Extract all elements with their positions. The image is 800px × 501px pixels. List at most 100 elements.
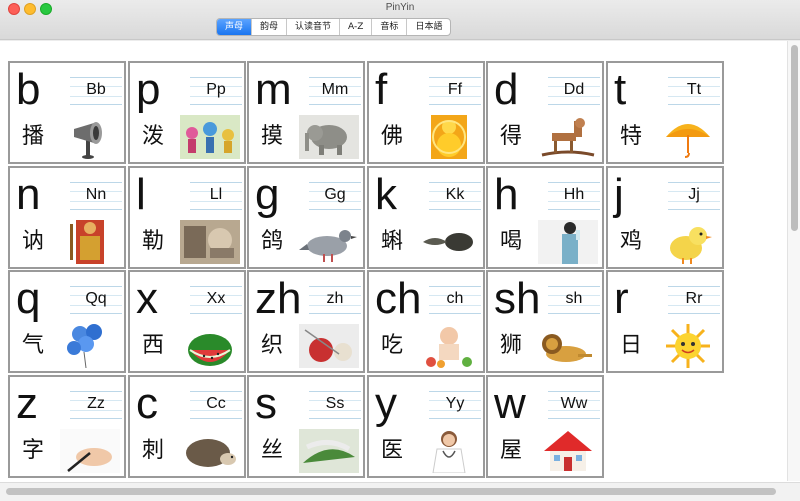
- initial-letter: ch: [375, 274, 422, 323]
- letter-pair: Xx: [206, 290, 226, 307]
- tab-shengmu[interactable]: 声母: [217, 19, 253, 35]
- letter-pair: Cc: [206, 395, 226, 412]
- card-x[interactable]: x Xx 西: [128, 270, 246, 373]
- card-k[interactable]: k Kk 蝌: [367, 166, 485, 269]
- water-splash-photo: [180, 115, 240, 159]
- card-t[interactable]: t Tt 特: [606, 61, 724, 164]
- vertical-scroll-thumb[interactable]: [791, 45, 798, 231]
- doctor-photo: [419, 429, 479, 474]
- horse-harness-photo: [180, 220, 240, 264]
- letter-pair: Zz: [87, 395, 105, 412]
- letter-pair: Qq: [85, 290, 107, 307]
- watermelon-icon: [180, 324, 240, 368]
- example-character: 摸: [261, 124, 284, 149]
- horizontal-scroll-thumb[interactable]: [6, 488, 776, 495]
- initial-letter: f: [375, 65, 388, 114]
- vertical-scrollbar[interactable]: [787, 41, 800, 481]
- segmented-tab-control: 声母 韵母 认读音节 A-Z 音标 日本語: [216, 18, 452, 36]
- initial-letter: m: [255, 65, 292, 114]
- tadpole-photo: [419, 220, 479, 264]
- pinyin-card-grid: b Bb 播 p Pp 泼 m Mm 摸 f Ff 佛 d Dd 得 t Tt 特 n Nn 讷 l Ll 勒 g Gg 鸽 k Kk 蝌…: [8, 61, 726, 500]
- example-character: 泼: [142, 124, 165, 149]
- example-character: 蝌: [381, 229, 404, 254]
- tab-yinbiao[interactable]: 音标: [372, 19, 408, 35]
- guardian-figure-photo: [60, 220, 120, 264]
- card-h[interactable]: h Hh 喝: [486, 166, 604, 269]
- example-character: 得: [500, 124, 523, 149]
- letter-pair: Ww: [560, 395, 588, 412]
- card-c[interactable]: c Cc 刺: [128, 375, 246, 478]
- initial-letter: r: [614, 274, 629, 323]
- example-character: 字: [22, 438, 45, 463]
- example-character: 织: [261, 333, 284, 358]
- card-n[interactable]: n Nn 讷: [8, 166, 126, 269]
- hand-writing-photo: [60, 429, 120, 473]
- card-z[interactable]: z Zz 字: [8, 375, 126, 478]
- example-character: 吃: [381, 333, 404, 358]
- card-l[interactable]: l Ll 勒: [128, 166, 246, 269]
- card-sh[interactable]: sh sh 狮: [486, 270, 604, 373]
- hedgehog-photo: [180, 429, 240, 473]
- initial-letter: d: [494, 65, 519, 114]
- elephant-photo: [299, 115, 359, 159]
- card-j[interactable]: j Jj 鸡: [606, 166, 724, 269]
- initial-letter: y: [375, 379, 397, 428]
- horizontal-scrollbar[interactable]: [0, 482, 800, 501]
- initial-letter: w: [494, 379, 526, 428]
- example-character: 丝: [261, 438, 284, 463]
- balloons-icon: [60, 324, 120, 369]
- letter-pair: Jj: [688, 186, 700, 203]
- lion-photo: [538, 324, 598, 368]
- initial-letter: zh: [255, 274, 302, 323]
- letter-pair: Ll: [209, 186, 223, 203]
- card-w[interactable]: w Ww 屋: [486, 375, 604, 478]
- tab-japanese[interactable]: 日本語: [407, 19, 450, 35]
- card-m[interactable]: m Mm 摸: [247, 61, 365, 164]
- example-character: 佛: [381, 124, 404, 149]
- house-icon: [538, 429, 598, 473]
- card-ch[interactable]: ch ch 吃: [367, 270, 485, 373]
- initial-letter: l: [136, 170, 146, 219]
- silkworm-photo: [299, 429, 359, 473]
- letter-pair: Gg: [324, 186, 346, 203]
- letter-pair: Ff: [447, 81, 463, 98]
- initial-letter: k: [375, 170, 397, 219]
- window-title: PinYin: [385, 2, 415, 13]
- baby-eating-photo: [419, 324, 479, 368]
- letter-pair: Dd: [563, 81, 585, 98]
- card-q[interactable]: q Qq 气: [8, 270, 126, 373]
- example-character: 刺: [142, 438, 165, 463]
- initial-letter: g: [255, 170, 280, 219]
- letter-pair: sh: [565, 290, 583, 307]
- card-g[interactable]: g Gg 鸽: [247, 166, 365, 269]
- initial-letter: s: [255, 379, 277, 428]
- letter-pair: Mm: [321, 81, 349, 98]
- card-p[interactable]: p Pp 泼: [128, 61, 246, 164]
- tab-yunmu[interactable]: 韵母: [252, 19, 288, 35]
- letter-pair: Tt: [686, 81, 702, 98]
- tab-rendu-yinjie[interactable]: 认读音节: [287, 19, 341, 35]
- megaphone-icon: [60, 115, 120, 159]
- buddha-statue-photo: [419, 115, 479, 159]
- sun-icon: [658, 324, 718, 368]
- letter-pair: Rr: [685, 290, 703, 307]
- card-zh[interactable]: zh zh 织: [247, 270, 365, 373]
- example-character: 屋: [500, 438, 523, 463]
- card-d[interactable]: d Dd 得: [486, 61, 604, 164]
- card-r[interactable]: r Rr 日: [606, 270, 724, 373]
- initial-letter: z: [16, 379, 38, 428]
- example-character: 喝: [500, 229, 523, 254]
- woman-drinking-photo: [538, 220, 598, 264]
- umbrella-icon: [658, 115, 718, 159]
- rocking-horse-photo: [538, 115, 598, 159]
- letter-pair: Ss: [325, 395, 345, 412]
- card-b[interactable]: b Bb 播: [8, 61, 126, 164]
- initial-letter: x: [136, 274, 158, 323]
- example-character: 特: [620, 124, 643, 149]
- knitting-photo: [299, 324, 359, 368]
- tab-a-z[interactable]: A-Z: [340, 19, 373, 35]
- card-s[interactable]: s Ss 丝: [247, 375, 365, 478]
- card-y[interactable]: y Yy 医: [367, 375, 485, 478]
- pigeon-photo: [299, 220, 359, 264]
- card-f[interactable]: f Ff 佛: [367, 61, 485, 164]
